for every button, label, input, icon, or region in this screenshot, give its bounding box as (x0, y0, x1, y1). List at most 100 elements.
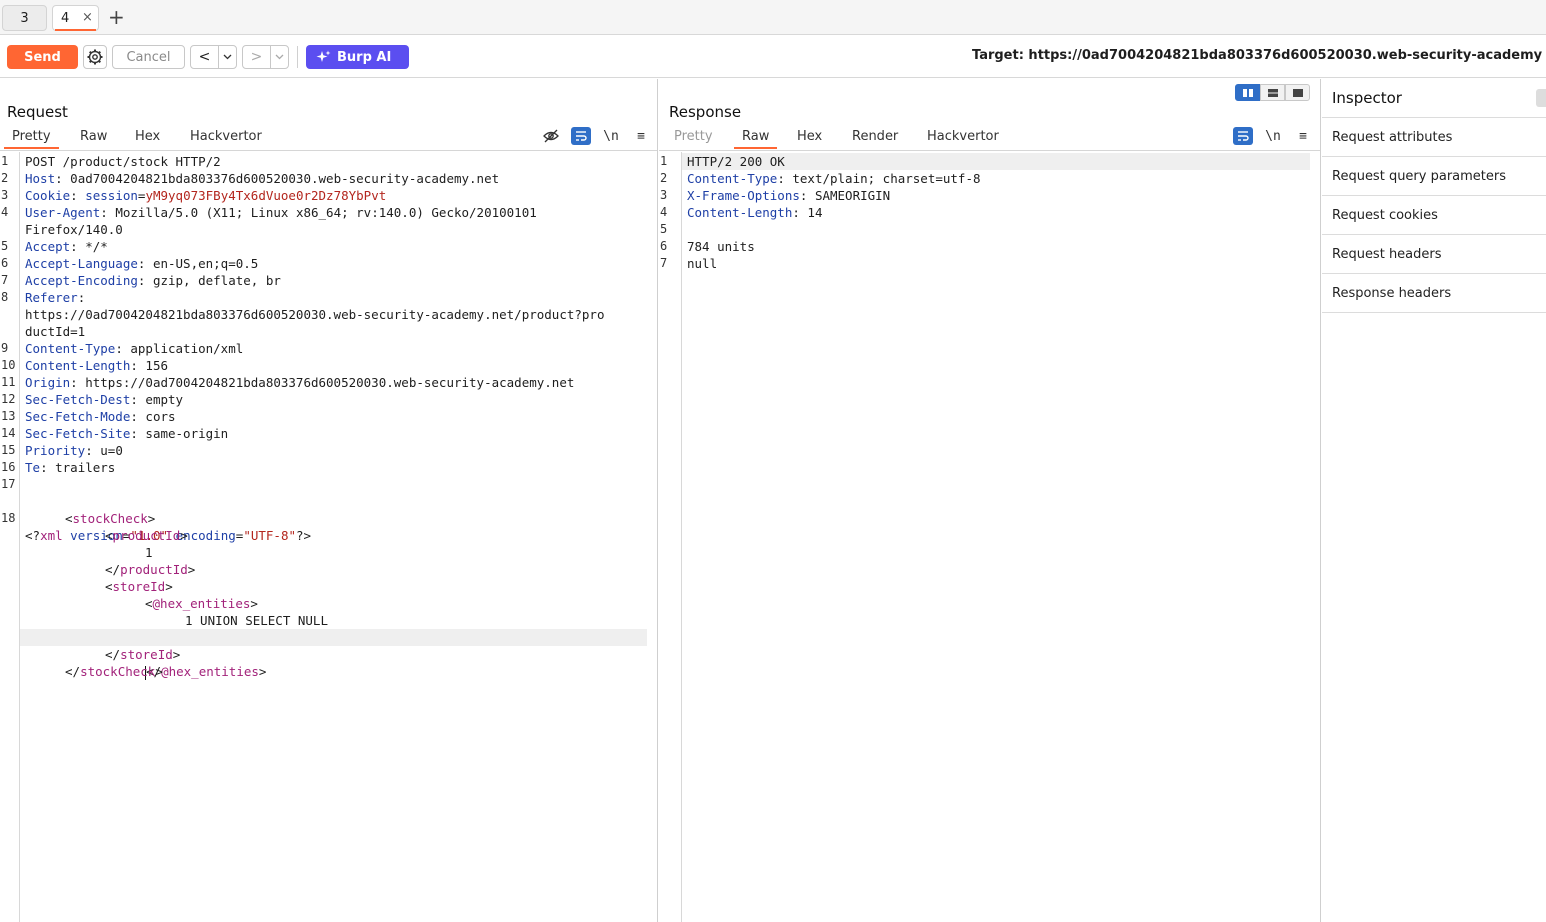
code-text: Sec-Fetch-Mode: cors (25, 409, 176, 424)
line-number: 7 (1, 273, 9, 287)
line-number: 8 (1, 290, 9, 304)
line-number: 11 (1, 375, 16, 389)
forward-arrow-icon[interactable]: > (243, 46, 271, 68)
cancel-button[interactable]: Cancel (112, 45, 185, 69)
code-text: Firefox/140.0 (25, 222, 123, 237)
newline-icon[interactable]: \n (601, 127, 621, 145)
word-wrap-icon[interactable] (571, 127, 591, 145)
tab-4[interactable]: 4 × (52, 5, 99, 31)
burp-ai-button[interactable]: Burp AI (306, 45, 409, 69)
line-number: 12 (1, 392, 16, 406)
code-line: 11 Origin: https://0ad7004204821bda803376… (0, 374, 657, 391)
inspector-panel: Inspector Request attributes Request que… (1322, 79, 1546, 922)
line-number: 2 (660, 171, 668, 185)
newline-icon[interactable]: \n (1263, 127, 1283, 145)
tab-pretty[interactable]: Pretty (674, 129, 713, 144)
inspector-request-query-parameters[interactable]: Request query parameters (1322, 157, 1546, 196)
forward-navigation[interactable]: > (242, 45, 289, 69)
close-icon[interactable]: × (82, 10, 93, 25)
inspector-response-headers[interactable]: Response headers (1322, 274, 1546, 313)
menu-icon[interactable]: ≡ (1293, 127, 1313, 145)
target-label[interactable]: Target: https://0ad7004204821bda803376d6… (972, 48, 1542, 63)
code-text: Content-Type: application/xml (25, 341, 244, 356)
code-line: Firefox/140.0 (0, 221, 657, 238)
tab-pretty[interactable]: Pretty (4, 129, 59, 149)
code-line: 7 null (659, 255, 1320, 272)
tab-label: 3 (20, 10, 29, 26)
inspector-request-cookies[interactable]: Request cookies (1322, 196, 1546, 235)
sparkle-icon (316, 50, 331, 62)
tab-raw[interactable]: Raw (80, 129, 107, 144)
line-number: 1 (1, 154, 9, 168)
code-text: Content-Type: text/plain; charset=utf-8 (687, 171, 981, 186)
code-line: 1 UNION SELECT NULL (185, 613, 328, 628)
code-line: 4 Content-Length: 14 (659, 204, 1320, 221)
split-horizontal-icon[interactable] (1235, 84, 1260, 101)
code-text: HTTP/2 200 OK (687, 154, 785, 169)
tab-hex[interactable]: Hex (135, 129, 160, 144)
line-number: 7 (660, 256, 668, 270)
tab-render[interactable]: Render (852, 129, 898, 144)
tab-raw[interactable]: Raw (733, 129, 778, 149)
chevron-down-icon[interactable] (219, 46, 236, 68)
burp-ai-label: Burp AI (337, 49, 392, 65)
menu-icon[interactable]: ≡ (631, 127, 651, 145)
code-line: 8 Referer: (0, 289, 657, 306)
request-lines: 1 POST /product/stock HTTP/2 2 Host: 0ad700… (0, 153, 657, 493)
line-number: 6 (660, 239, 668, 253)
request-panel: Request Pretty Raw Hex Hackvertor \n ≡ 1… (0, 79, 658, 922)
code-line: 7 Accept-Encoding: gzip, deflate, br (0, 272, 657, 289)
split-vertical-icon[interactable] (1260, 84, 1285, 101)
code-line: 10 Content-Length: 156 (0, 357, 657, 374)
tab-bar: 3 4 × + (0, 0, 1546, 35)
line-number: 9 (1, 341, 9, 355)
code-line: 13 Sec-Fetch-Mode: cors (0, 408, 657, 425)
back-navigation[interactable]: < (190, 45, 237, 69)
back-arrow-icon[interactable]: < (191, 46, 219, 68)
line-number: 10 (1, 358, 16, 372)
chevron-down-icon[interactable] (271, 46, 288, 68)
inspector-request-headers[interactable]: Request headers (1322, 235, 1546, 274)
code-line: 6 784 units (659, 238, 1320, 255)
code-line: 12 Sec-Fetch-Dest: empty (0, 391, 657, 408)
code-line: 1 POST /product/stock HTTP/2 (0, 153, 657, 170)
response-lines: 1 HTTP/2 200 OK 2 Content-Type: text/plain;… (659, 153, 1320, 272)
line-number: 17 (1, 477, 16, 491)
code-text: 784 units (687, 239, 755, 254)
collapse-inspector-handle[interactable] (1536, 89, 1546, 107)
word-wrap-icon[interactable] (1233, 127, 1253, 145)
send-button[interactable]: Send (7, 45, 78, 69)
tab-hackvertor[interactable]: Hackvertor (927, 129, 999, 144)
toolbar: Send Cancel < > Burp AI Target: https://… (0, 36, 1546, 78)
code-text: Referer: (25, 290, 86, 305)
code-line: 1 HTTP/2 200 OK (659, 153, 1320, 170)
code-line: 17 (0, 476, 657, 493)
code-line: </storeId> (105, 647, 181, 662)
code-line: 2 Content-Type: text/plain; charset=utf-8 (659, 170, 1320, 187)
tab-hex[interactable]: Hex (797, 129, 822, 144)
gear-icon (87, 49, 103, 65)
tabbed-layout-icon[interactable] (1285, 84, 1310, 101)
line-number: 15 (1, 443, 16, 457)
inspector-request-attributes[interactable]: Request attributes (1322, 118, 1546, 157)
response-editor[interactable]: 1 HTTP/2 200 OK 2 Content-Type: text/plain;… (659, 152, 1320, 922)
code-line: 14 Sec-Fetch-Site: same-origin (0, 425, 657, 442)
code-line: <@hex_entities> (145, 596, 258, 611)
code-text: User-Agent: Mozilla/5.0 (X11; Linux x86_… (25, 205, 537, 220)
code-line: 2 Host: 0ad7004204821bda803376d600520030.… (0, 170, 657, 187)
request-editor[interactable]: 1 POST /product/stock HTTP/2 2 Host: 0ad700… (0, 152, 657, 922)
line-number: 5 (1, 239, 9, 253)
code-line: 18 <?xml version="1.0" encoding="UTF-8"?… (1, 511, 312, 543)
add-tab-icon[interactable]: + (108, 6, 125, 28)
code-line: <stockCheck> (65, 511, 156, 526)
tab-3[interactable]: 3 (2, 5, 47, 31)
hide-nonprintable-icon[interactable] (541, 127, 561, 145)
request-xml-body: 18 <?xml version="1.0" encoding="UTF-8"?… (0, 493, 657, 680)
inspector-title: Inspector (1332, 89, 1402, 107)
request-title: Request (7, 103, 68, 121)
code-text: Accept-Encoding: gzip, deflate, br (25, 273, 281, 288)
code-line: 4 User-Agent: Mozilla/5.0 (X11; Linux x86… (0, 204, 657, 221)
tab-hackvertor[interactable]: Hackvertor (190, 129, 262, 144)
line-number: 5 (660, 222, 668, 236)
settings-button[interactable] (83, 45, 107, 69)
